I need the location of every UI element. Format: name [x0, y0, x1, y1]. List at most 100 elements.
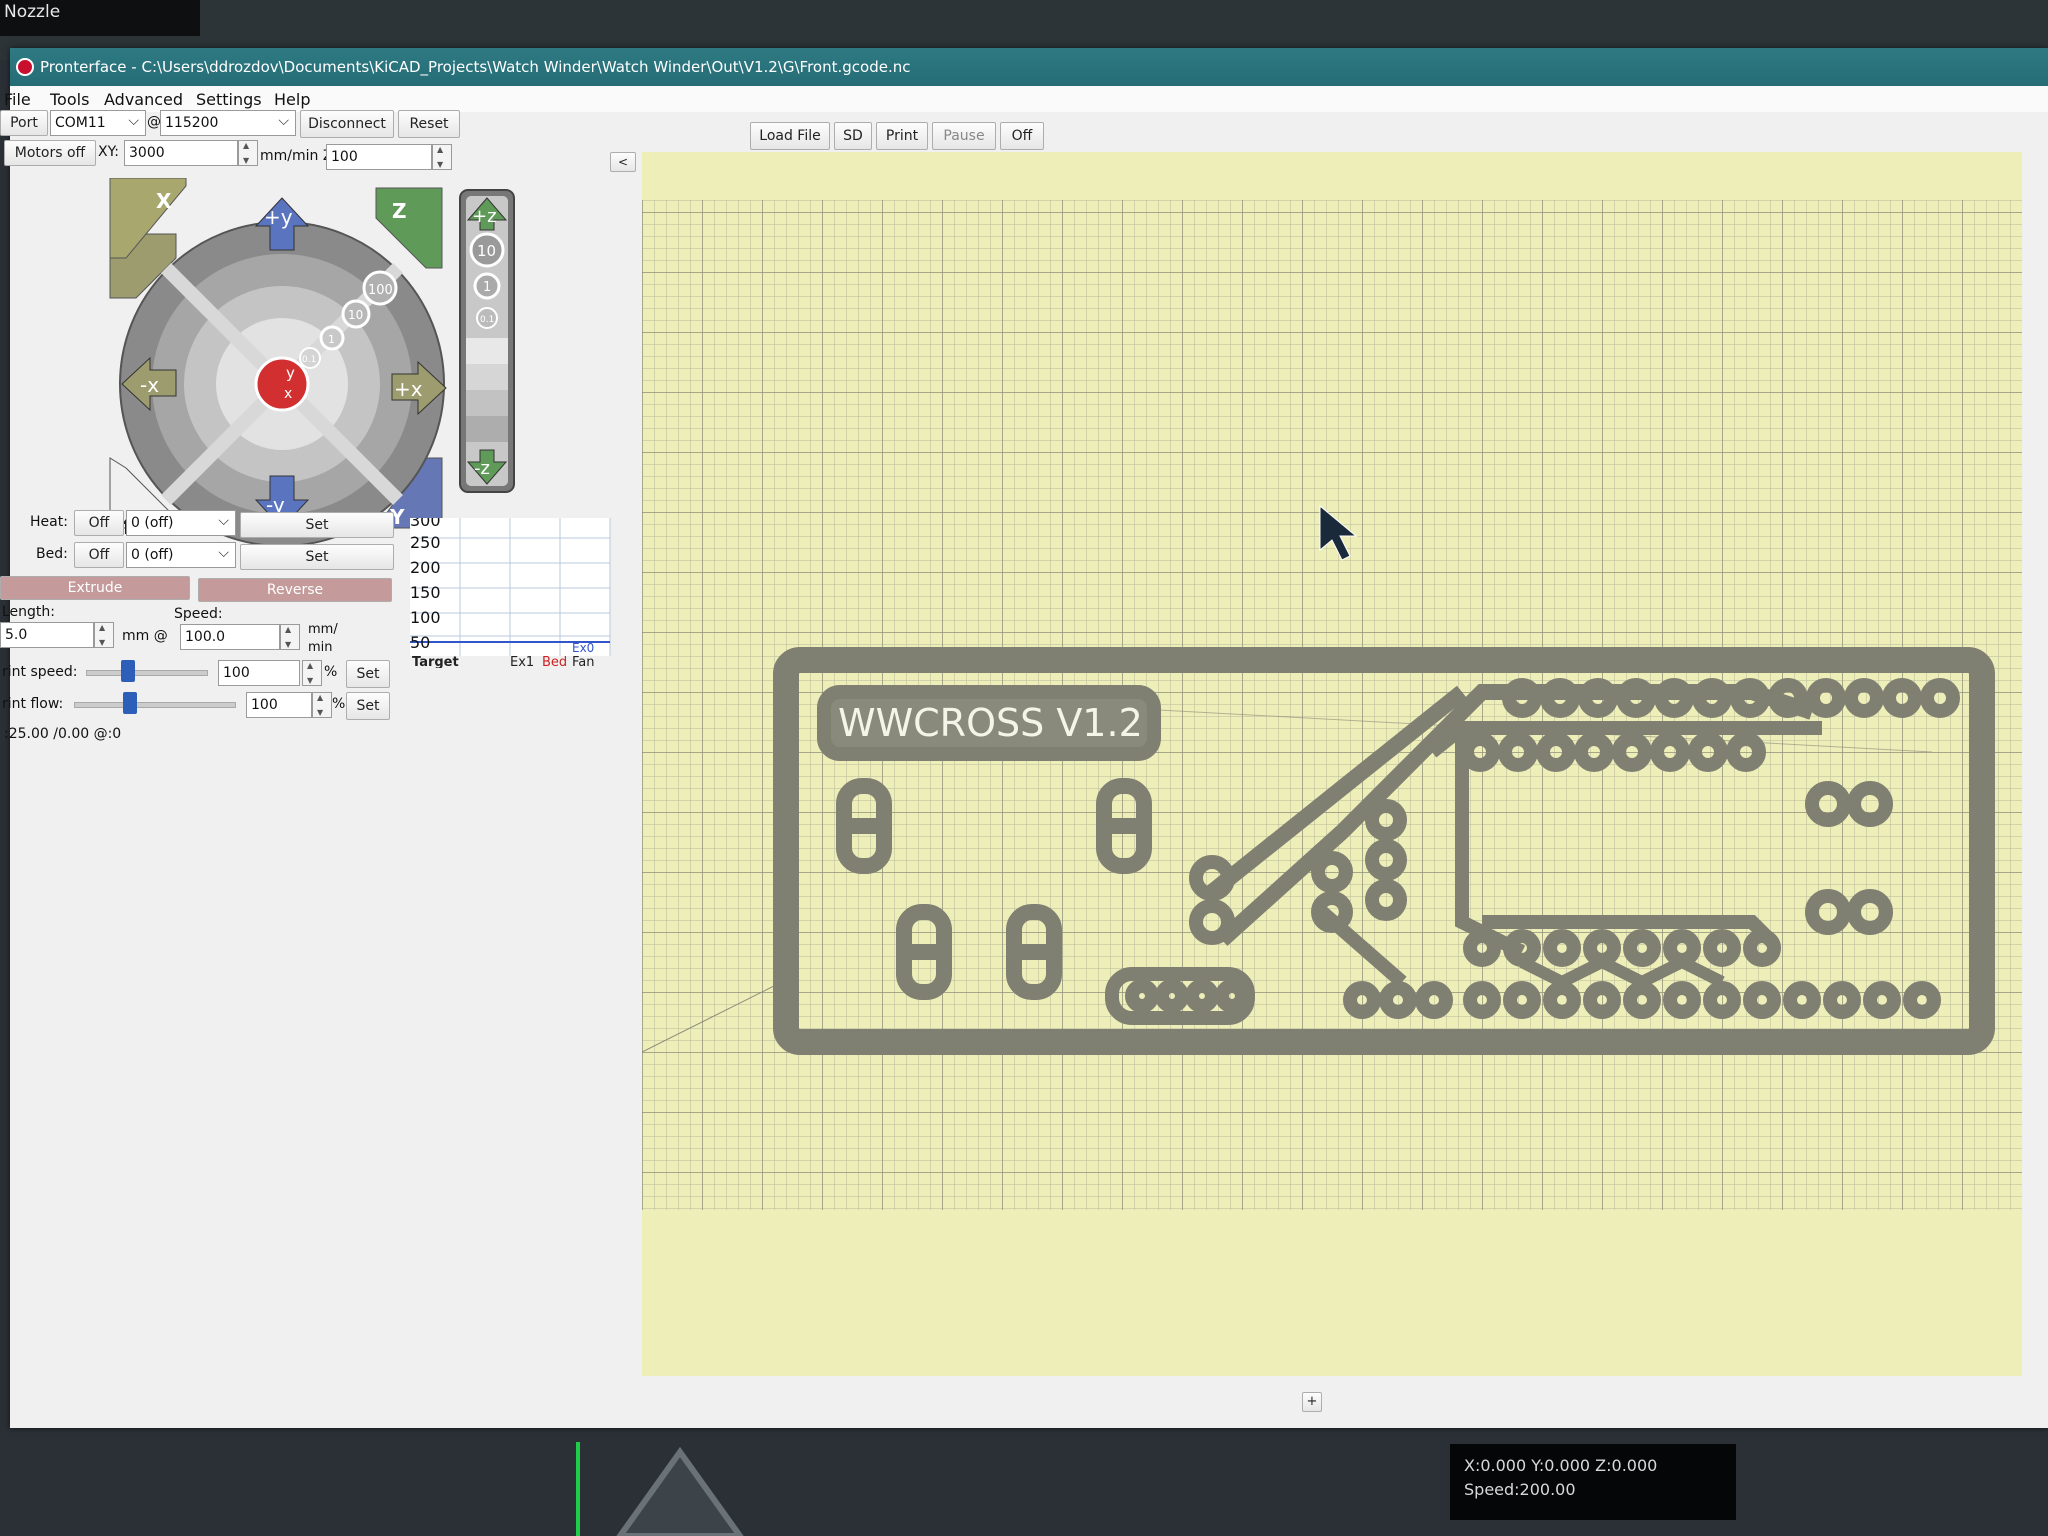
home-z-label: Z	[392, 199, 407, 223]
length-label: Length:	[2, 604, 56, 620]
menu-bar: File Tools Advanced Settings Help	[4, 86, 2048, 112]
graph-y-tick: 250	[410, 533, 441, 552]
gcode-viewport[interactable]: WWCROSS V1.2	[642, 152, 2022, 1376]
baud-select[interactable]: 115200	[160, 109, 296, 136]
print-button[interactable]: Print	[876, 122, 928, 150]
motors-off-button[interactable]: Motors off	[4, 140, 96, 166]
reset-button[interactable]: Reset	[398, 110, 460, 138]
bed-off-button[interactable]: Off	[74, 542, 124, 568]
bed-select[interactable]: 0 (off)	[126, 541, 236, 568]
graph-y-tick: 300	[410, 518, 441, 530]
print-speed-label: rint speed:	[2, 664, 78, 680]
background-printer-icon	[576, 1442, 744, 1536]
menu-tools[interactable]: Tools	[50, 90, 89, 109]
gcode-preview[interactable]: WWCROSS V1.2	[642, 152, 2022, 1376]
window-title: Pronterface - C:\Users\ddrozdov\Document…	[40, 58, 911, 76]
z-step-10-label: 10	[477, 242, 496, 260]
length-input[interactable]: 5.0	[0, 622, 94, 648]
print-flow-slider[interactable]	[74, 702, 236, 708]
z-plus-label: +z	[472, 206, 497, 227]
speed-label: Speed:	[174, 606, 223, 622]
graph-y-tick: 50	[410, 633, 430, 652]
heat-set-button[interactable]: Set	[240, 512, 394, 538]
extrude-button[interactable]: Extrude	[0, 576, 190, 600]
length-stepper[interactable]	[94, 622, 114, 648]
heat-off-button[interactable]: Off	[74, 510, 124, 536]
menu-settings[interactable]: Settings	[196, 90, 262, 109]
background-window: Nozzle	[0, 0, 200, 36]
plus-y-label: +y	[264, 205, 293, 229]
print-flow-slider-thumb[interactable]	[123, 692, 137, 714]
extrude-speed-stepper[interactable]	[280, 624, 300, 650]
z-minus-label: -z	[474, 458, 490, 479]
port-button[interactable]: Port	[0, 110, 48, 136]
step-0-1-label: 0.1	[302, 355, 316, 365]
z-band	[466, 390, 508, 416]
pcb-label: WWCROSS V1.2	[838, 701, 1143, 745]
position-readout: X:0.000 Y:0.000 Z:0.000	[1464, 1456, 1658, 1475]
step-100-label: 100	[368, 283, 393, 298]
print-speed-stepper[interactable]	[302, 660, 322, 686]
xy-feedrate-stepper[interactable]	[238, 140, 258, 166]
z-step-0-1-label: 0.1	[480, 315, 494, 325]
print-speed-slider-thumb[interactable]	[121, 660, 135, 682]
print-speed-unit: %	[324, 664, 338, 680]
at-label: @	[147, 114, 161, 130]
speed-readout: Speed:200.00	[1464, 1480, 1576, 1499]
extrude-speed-input[interactable]: 100.0	[180, 624, 280, 650]
z-feedrate-input[interactable]: 100	[326, 144, 432, 170]
print-flow-label: rint flow:	[2, 696, 64, 712]
app-icon	[16, 58, 34, 76]
print-speed-slider[interactable]	[86, 670, 208, 676]
grid-margin	[642, 1210, 2022, 1376]
z-step-1-label: 1	[483, 280, 491, 295]
menu-advanced[interactable]: Advanced	[104, 90, 183, 109]
heat-bed-warning-icon	[616, 1446, 744, 1536]
temperature-status-line: :25.00 /0.00 @:0	[4, 726, 122, 742]
z-jog-control[interactable]: +z 10 1 0.1 -z	[458, 188, 516, 498]
bed-set-button[interactable]: Set	[240, 544, 394, 570]
xy-label: XY:	[98, 144, 119, 160]
printer-status-overlay: X:0.000 Y:0.000 Z:0.000 Speed:200.00	[1450, 1444, 1736, 1520]
menu-help[interactable]: Help	[274, 90, 310, 109]
home-z-button[interactable]	[375, 187, 443, 269]
background-window-title: Nozzle	[4, 2, 61, 22]
z-band	[466, 338, 508, 364]
jog-center-button[interactable]	[254, 356, 310, 412]
reverse-button[interactable]: Reverse	[198, 578, 392, 602]
off-button[interactable]: Off	[1000, 122, 1044, 150]
xy-jog-control[interactable]: y x +y -y +x -x X Z Y 100 10 1 0.1	[106, 178, 456, 558]
home-x-label: X	[156, 189, 172, 213]
bed-label: Bed:	[36, 546, 68, 562]
graph-y-tick: 100	[410, 608, 441, 627]
title-bar[interactable]: Pronterface - C:\Users\ddrozdov\Document…	[10, 48, 2048, 86]
port-select[interactable]: COM11	[50, 109, 146, 136]
extrude-speed-unit: mm/	[308, 622, 338, 637]
pause-button[interactable]: Pause	[932, 122, 996, 150]
z-band	[466, 416, 508, 442]
temperature-graph: 300 250 200 150 100 50 Ex0 Target Ex1 Be…	[410, 518, 611, 668]
legend-bed: Bed	[542, 655, 567, 668]
print-flow-set-button[interactable]: Set	[346, 692, 390, 720]
xy-feedrate-input[interactable]: 3000	[124, 140, 238, 166]
menu-file[interactable]: File	[4, 90, 31, 109]
load-file-button[interactable]: Load File	[750, 122, 830, 150]
expand-log-button[interactable]: +	[1302, 1392, 1322, 1412]
graph-ex0-label: Ex0	[572, 641, 594, 655]
extrude-speed-unit: min	[308, 640, 333, 655]
print-speed-input[interactable]: 100	[218, 660, 300, 686]
heat-label: Heat:	[30, 514, 68, 530]
sd-button[interactable]: SD	[834, 122, 872, 150]
center-y-label: y	[286, 364, 295, 382]
print-speed-set-button[interactable]: Set	[346, 660, 390, 688]
mm-at-label: mm @	[122, 628, 168, 644]
print-flow-input[interactable]: 100	[246, 692, 312, 718]
z-feedrate-stepper[interactable]	[432, 144, 452, 170]
heat-select[interactable]: 0 (off)	[126, 509, 236, 536]
step-1-label: 1	[328, 333, 335, 346]
legend-target: Target	[412, 655, 459, 668]
disconnect-button[interactable]: Disconnect	[300, 110, 394, 138]
print-flow-unit: %	[332, 696, 346, 712]
collapse-panel-button[interactable]: <	[610, 152, 636, 172]
print-flow-stepper[interactable]	[312, 692, 332, 718]
